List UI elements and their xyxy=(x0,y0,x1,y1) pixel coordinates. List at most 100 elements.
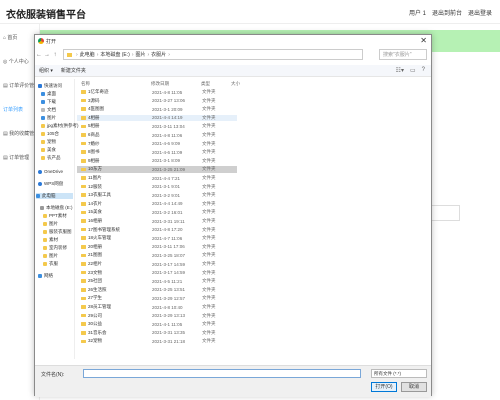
back-icon[interactable]: ← xyxy=(35,52,43,58)
file-row[interactable]: 3源码 2021-3-27 13:06 文件夹 xyxy=(77,98,237,104)
file-row[interactable]: 30公益 2021-4-1 11:05 文件夹 xyxy=(77,321,237,327)
breadcrumb-clothes[interactable]: 衣服片 xyxy=(151,51,166,58)
file-row[interactable]: 28员工管理 2021-4-8 10:40 文件夹 xyxy=(77,304,237,310)
nav-item-downloads[interactable]: 下载 xyxy=(41,99,56,105)
file-row[interactable]: 14衣片 2021-4-4 14:49 文件夹 xyxy=(77,201,237,207)
nav-onedrive[interactable]: OneDrive xyxy=(38,169,63,174)
file-row[interactable]: 7婚纱 2021-4-6 9:09 文件夹 xyxy=(77,141,237,147)
file-row[interactable]: 1亿年奇迹 2021-4-8 11:05 文件夹 xyxy=(77,89,237,95)
folder-icon xyxy=(81,150,86,155)
file-row[interactable]: 11图片 2021-4-4 7:21 文件夹 xyxy=(77,175,237,181)
file-date: 2021-3-11 13:04 xyxy=(152,123,185,129)
nav-item-food[interactable]: 美食 xyxy=(41,147,56,153)
open-button[interactable]: 打开(O) xyxy=(371,382,397,392)
folder-icon xyxy=(81,210,86,215)
nav-drive-clothes-2[interactable]: 衣服 xyxy=(43,261,58,267)
nav-wps[interactable]: WPS网盘 xyxy=(38,181,63,187)
forward-icon[interactable]: → xyxy=(43,52,51,58)
help-icon[interactable]: ? xyxy=(422,67,425,74)
file-date: 2021-3-31 19:11 xyxy=(152,218,185,224)
organize-button[interactable]: 组织 ▾ xyxy=(39,67,53,74)
sidebar-item-profile[interactable]: ◎ 个人中心 xyxy=(3,58,29,65)
file-name: 11图片 xyxy=(88,175,102,181)
file-row[interactable]: 4相册 2021-4-4 14:19 文件夹 xyxy=(77,114,237,121)
breadcrumb-drive[interactable]: 本地磁盘 (E:) xyxy=(100,51,129,58)
file-row[interactable]: 18火车管理 2021-4-7 11:06 文件夹 xyxy=(77,235,237,241)
dialog-titlebar: 打开 xyxy=(35,35,431,47)
column-name[interactable]: 名称 xyxy=(81,81,90,87)
file-row[interactable]: 6商品 2021-4-8 11:06 文件夹 xyxy=(77,132,237,138)
nav-drive-interior[interactable]: 室内装修 xyxy=(43,245,67,251)
file-row[interactable]: 4医图图 2021-3-1 20:09 文件夹 xyxy=(77,106,237,112)
file-row[interactable]: 32宠物 2021-3-31 21:18 文件夹 xyxy=(77,338,237,344)
file-row[interactable]: 8图书 2021-4-6 11:09 文件夹 xyxy=(77,149,237,155)
filename-input[interactable] xyxy=(83,369,361,378)
file-row[interactable]: 15美食 2021-3-2 16:01 文件夹 xyxy=(77,209,237,215)
file-type: 文件夹 xyxy=(202,235,216,241)
logout-link[interactable]: 退出登录 xyxy=(468,8,492,17)
cancel-button[interactable]: 取消 xyxy=(401,382,427,392)
breadcrumb-pictures[interactable]: 图片 xyxy=(135,51,145,58)
file-name: 29公司 xyxy=(88,312,103,318)
sidebar-item-order-list[interactable]: 订单列表 xyxy=(3,106,23,113)
file-name: 32宠物 xyxy=(88,338,103,344)
address-bar[interactable]: › 此电脑 › 本地磁盘 (E:) › 图片 › 衣服片 › xyxy=(63,49,363,60)
file-type-select[interactable]: 所有文件 (*.*) xyxy=(371,369,427,378)
up-icon[interactable]: ↑ xyxy=(51,52,59,58)
nav-network[interactable]: 网络 xyxy=(38,273,53,279)
file-row[interactable]: 9相册 2021-3-1 8:09 文件夹 xyxy=(77,158,237,164)
close-icon[interactable]: ✕ xyxy=(420,36,427,45)
nav-item-105[interactable]: 105合 xyxy=(41,131,59,137)
column-type[interactable]: 类型 xyxy=(201,81,210,87)
file-row[interactable]: 31音乐会 2021-3-31 13:35 文件夹 xyxy=(77,330,237,336)
file-row[interactable]: 12服装 2021-3-1 9:01 文件夹 xyxy=(77,184,237,190)
nav-drive-pictures[interactable]: 图片 xyxy=(43,221,58,227)
nav-item-pictures[interactable]: 图片 xyxy=(41,115,56,121)
breadcrumb-this-pc[interactable]: 此电脑 xyxy=(80,51,95,58)
search-input[interactable]: 搜索"衣服片" xyxy=(379,49,427,60)
new-folder-button[interactable]: 新建文件夹 xyxy=(61,67,86,74)
view-options-icon[interactable]: ☷▾ xyxy=(396,67,404,74)
user-link[interactable]: 用户 1 xyxy=(409,8,426,17)
file-row[interactable]: 23文物 2021-3-17 14:59 文件夹 xyxy=(77,270,237,276)
nav-drive-ppt[interactable]: PPT素材 xyxy=(43,213,67,219)
file-row[interactable]: 21图图 2021-3-25 18:07 文件夹 xyxy=(77,252,237,258)
column-date[interactable]: 修改日期 xyxy=(151,81,169,87)
column-size[interactable]: 大小 xyxy=(231,81,240,87)
nav-item-desktop[interactable]: 桌面 xyxy=(41,91,56,97)
file-type: 文件夹 xyxy=(202,286,216,292)
preview-pane-icon[interactable]: ▭ xyxy=(410,67,416,74)
file-row[interactable]: 25社团 2021-4-5 11:21 文件夹 xyxy=(77,278,237,284)
file-row[interactable]: 22相片 2021-3-17 14:59 文件夹 xyxy=(77,261,237,267)
folder-icon xyxy=(81,279,86,284)
file-type: 文件夹 xyxy=(202,304,216,310)
folder-icon xyxy=(43,254,47,258)
file-row[interactable]: 10东方 2021-3-25 21:09 文件夹 xyxy=(77,166,237,173)
file-name: 4相册 xyxy=(88,114,100,120)
file-row[interactable]: 17图书管理系统 2021-4-8 17:20 文件夹 xyxy=(77,227,237,233)
nav-item-documents[interactable]: 文档 xyxy=(41,107,56,113)
folder-icon xyxy=(81,296,86,301)
nav-item-pets[interactable]: 宠物 xyxy=(41,139,56,145)
nav-drive-material[interactable]: 素材 xyxy=(43,237,58,243)
file-row[interactable]: 13衣服工具 2021-3-2 9:01 文件夹 xyxy=(77,192,237,198)
sidebar-item-orders[interactable]: ▤ 订单管理 xyxy=(3,154,29,161)
exit-to-front-link[interactable]: 退出到前台 xyxy=(432,8,462,17)
nav-drive-e[interactable]: 本地磁盘 (E:) xyxy=(40,205,73,211)
nav-drive-clothes[interactable]: 服装衣服图 xyxy=(43,229,72,235)
file-row[interactable]: 20相册 2021-3-11 17:06 文件夹 xyxy=(77,244,237,250)
file-row[interactable]: 27学生 2021-3-29 12:57 文件夹 xyxy=(77,295,237,301)
nav-item-jpg[interactable]: jpg素材(供参考) xyxy=(41,123,79,129)
file-type: 文件夹 xyxy=(202,218,216,224)
file-row[interactable]: 5相册 2021-3-11 13:04 文件夹 xyxy=(77,123,237,129)
nav-drive-pictures-2[interactable]: 图片 xyxy=(43,253,58,259)
folder-icon xyxy=(43,262,47,266)
file-row[interactable]: 29公司 2021-3-29 13:13 文件夹 xyxy=(77,313,237,319)
nav-this-pc[interactable]: 此电脑 xyxy=(36,193,73,199)
file-row[interactable]: 16相册 2021-3-31 19:11 文件夹 xyxy=(77,218,237,224)
nav-quick-access[interactable]: 快速访问 xyxy=(38,83,62,89)
file-row[interactable]: 26生活照 2021-3-25 13:51 文件夹 xyxy=(77,287,237,293)
file-date: 2021-4-6 11:09 xyxy=(152,149,183,155)
nav-item-farm[interactable]: 农产品 xyxy=(41,155,61,161)
sidebar-item-home[interactable]: ⌂ 首页 xyxy=(3,34,17,41)
